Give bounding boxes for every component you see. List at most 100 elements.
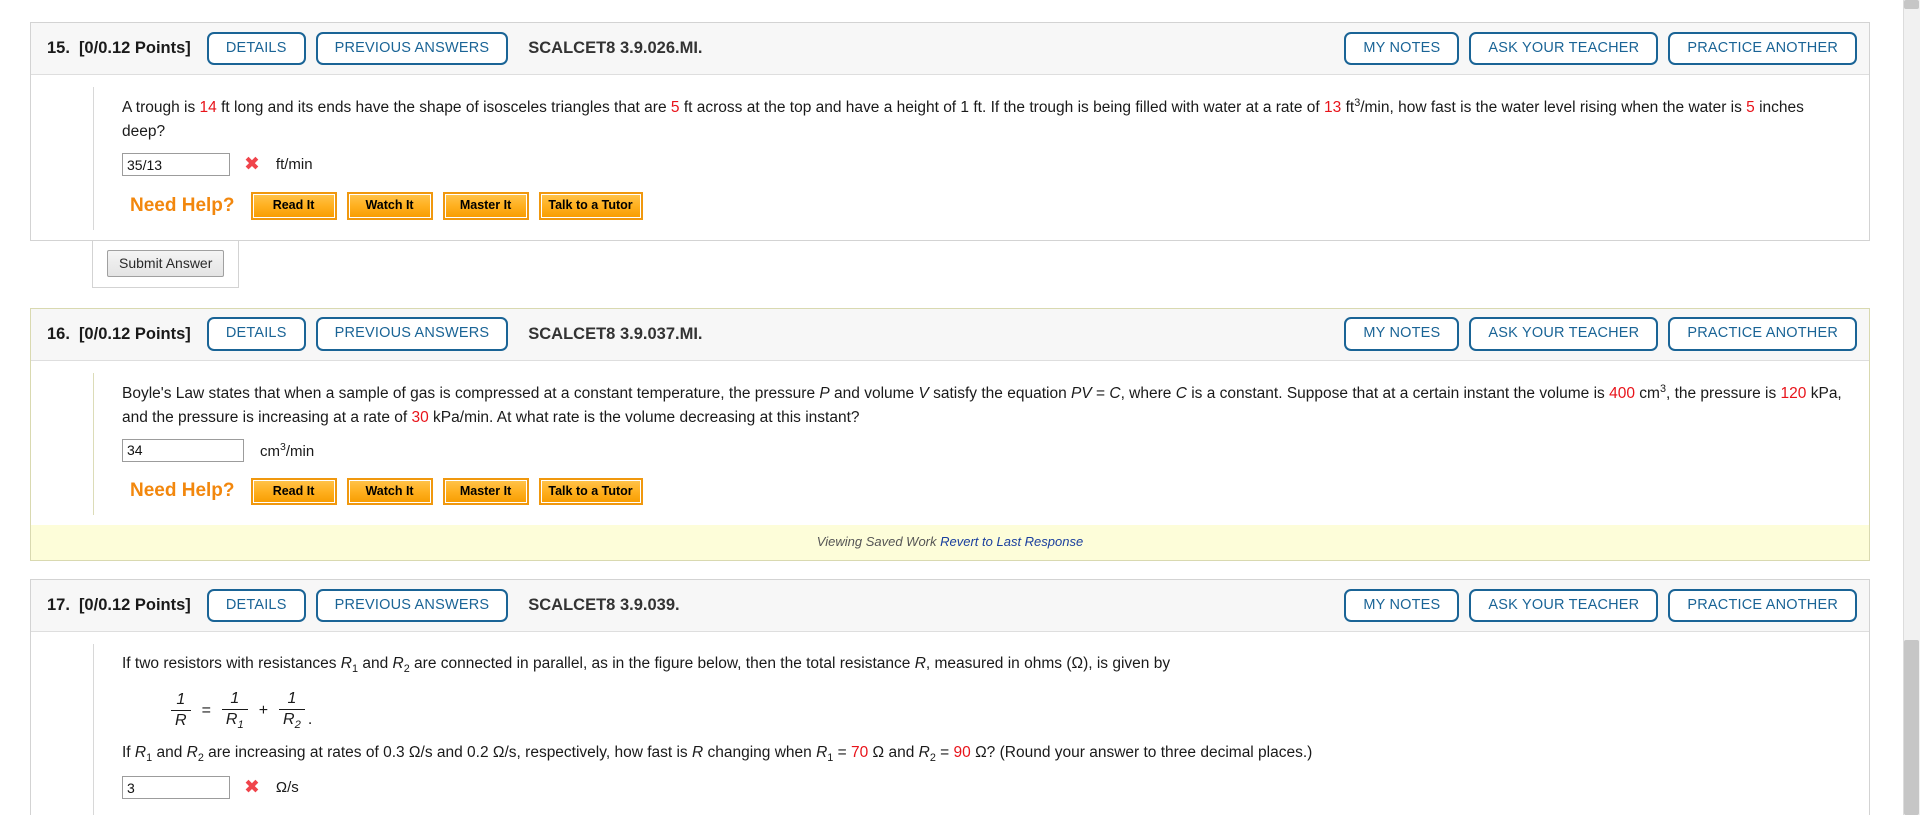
q17b-var-R1: R bbox=[134, 744, 147, 762]
question-text-15: A trough is 14 ft long and its ends have… bbox=[122, 95, 1849, 144]
q17b-var-R2b: R bbox=[918, 744, 930, 762]
question-inner-15: A trough is 14 ft long and its ends have… bbox=[93, 87, 1869, 230]
saved-work-bar: Viewing Saved Work Revert to Last Respon… bbox=[31, 525, 1869, 561]
q15-value-length: 14 bbox=[199, 99, 217, 117]
my-notes-button[interactable]: MY NOTES bbox=[1344, 317, 1460, 351]
q17b-var-R1b: R bbox=[816, 744, 828, 762]
question-points: [0/0.12 Points] bbox=[78, 39, 191, 57]
numerator: 1 bbox=[287, 690, 297, 708]
talk-to-a-tutor-button[interactable]: Talk to a Tutor bbox=[538, 477, 643, 506]
question-block-17: 17. [0/0.12 Points] DETAILS PREVIOUS ANS… bbox=[30, 579, 1870, 815]
vertical-scrollbar-track[interactable] bbox=[1903, 0, 1920, 815]
need-help-label: Need Help? bbox=[130, 480, 235, 502]
submit-answer-button-15[interactable]: Submit Answer bbox=[107, 249, 225, 277]
q16-var-P: P bbox=[819, 384, 830, 402]
master-it-button[interactable]: Master It bbox=[442, 192, 529, 220]
resistance-equation: 1 R = 1 R1 + 1 R2 . bbox=[168, 690, 1849, 731]
previous-answers-button[interactable]: PREVIOUS ANSWERS bbox=[315, 317, 509, 351]
q16-part5: , where bbox=[1120, 384, 1176, 402]
incorrect-mark-icon: ✖ bbox=[244, 776, 260, 799]
question-points: [0/0.12 Points] bbox=[78, 596, 191, 615]
practice-another-button[interactable]: PRACTICE ANOTHER bbox=[1668, 588, 1857, 623]
q17-part1: If two resistors with resistances bbox=[122, 655, 341, 673]
question-body-16: Boyle's Law states that when a sample of… bbox=[31, 360, 1869, 526]
talk-to-a-tutor-button[interactable]: Talk to a Tutor bbox=[538, 192, 643, 220]
read-it-button[interactable]: Read It bbox=[250, 192, 337, 220]
q17b-value-r2: 90 bbox=[953, 744, 971, 762]
question-number: 17. bbox=[47, 596, 70, 615]
answer-input-15[interactable] bbox=[122, 153, 230, 177]
my-notes-button[interactable]: MY NOTES bbox=[1344, 588, 1460, 623]
question-number: 15. bbox=[47, 39, 70, 57]
denominator: R2 bbox=[279, 709, 305, 731]
answer-input-16[interactable] bbox=[122, 438, 244, 462]
submit-row-15: Submit Answer bbox=[30, 240, 1870, 288]
question-inner-17: If two resistors with resistances R1 and… bbox=[93, 644, 1869, 815]
header-action-buttons: MY NOTES ASK YOUR TEACHER PRACTICE ANOTH… bbox=[1344, 31, 1857, 66]
ask-your-teacher-button[interactable]: ASK YOUR TEACHER bbox=[1469, 317, 1659, 351]
fraction-1-over-R: 1 R bbox=[171, 691, 191, 730]
q16-part2: and volume bbox=[829, 384, 919, 402]
q15-part3: ft across at the top and have a height o… bbox=[679, 99, 1325, 117]
den-var: R bbox=[225, 711, 238, 729]
question-header-17: 17. [0/0.12 Points] DETAILS PREVIOUS ANS… bbox=[31, 580, 1869, 633]
answer-row-16: cm3/min bbox=[122, 438, 1849, 462]
header-action-buttons: MY NOTES ASK YOUR TEACHER PRACTICE ANOTH… bbox=[1344, 317, 1857, 351]
q17b-part1: If bbox=[122, 744, 135, 762]
question-code: SCALCET8 3.9.026.MI. bbox=[528, 39, 703, 57]
read-it-button[interactable]: Read It bbox=[250, 477, 337, 506]
denominator: R1 bbox=[221, 709, 248, 732]
submit-cell-15: Submit Answer bbox=[92, 240, 240, 288]
need-help-row-16: Need Help? Read It Watch It Master It Ta… bbox=[130, 477, 1849, 506]
practice-another-button[interactable]: PRACTICE ANOTHER bbox=[1668, 317, 1857, 351]
q16-unit-pre: cm bbox=[260, 442, 280, 460]
q16-part3: satisfy the equation bbox=[928, 384, 1071, 402]
numerator: 1 bbox=[230, 690, 240, 708]
den-sub: 1 bbox=[237, 719, 244, 732]
q17b-part7: = bbox=[935, 744, 954, 762]
watch-it-button[interactable]: Watch It bbox=[346, 192, 433, 220]
watch-it-button[interactable]: Watch It bbox=[346, 477, 433, 506]
details-button[interactable]: DETAILS bbox=[206, 588, 306, 623]
ask-your-teacher-button[interactable]: ASK YOUR TEACHER bbox=[1469, 31, 1659, 66]
q16-part4: = bbox=[1091, 384, 1110, 402]
vertical-scrollbar-thumb[interactable] bbox=[1904, 640, 1919, 815]
master-it-button[interactable]: Master It bbox=[442, 477, 529, 506]
q16-var-C2: C bbox=[1175, 384, 1187, 402]
plus-sign: + bbox=[258, 701, 269, 719]
answer-input-17[interactable] bbox=[122, 776, 230, 800]
previous-answers-button[interactable]: PREVIOUS ANSWERS bbox=[315, 31, 509, 66]
question-points: [0/0.12 Points] bbox=[78, 324, 191, 343]
practice-another-button[interactable]: PRACTICE ANOTHER bbox=[1668, 31, 1857, 66]
question-text-17b: If R1 and R2 are increasing at rates of … bbox=[122, 741, 1849, 767]
den-var: R bbox=[283, 711, 295, 729]
q16-value-rate: 30 bbox=[411, 408, 429, 426]
details-button[interactable]: DETAILS bbox=[206, 31, 306, 66]
q17-var-R1: R bbox=[340, 655, 352, 673]
ask-your-teacher-button[interactable]: ASK YOUR TEACHER bbox=[1469, 588, 1659, 623]
details-button[interactable]: DETAILS bbox=[206, 317, 306, 351]
fraction-1-over-R1: 1 R1 bbox=[221, 690, 248, 732]
question-header-16: 16. [0/0.12 Points] DETAILS PREVIOUS ANS… bbox=[31, 308, 1869, 361]
den-sub: 2 bbox=[294, 719, 301, 732]
question-body-15: A trough is 14 ft long and its ends have… bbox=[31, 75, 1869, 240]
body-rail-gap bbox=[31, 644, 93, 815]
question-code: SCALCET8 3.9.039. bbox=[528, 596, 680, 615]
q15-value-rate: 13 bbox=[1324, 99, 1342, 117]
q16-value-volume: 400 bbox=[1609, 384, 1635, 402]
equation-period: . bbox=[307, 711, 313, 729]
need-help-row-15: Need Help? Read It Watch It Master It Ta… bbox=[130, 192, 1849, 220]
question-code: SCALCET8 3.9.037.MI. bbox=[528, 324, 703, 343]
my-notes-button[interactable]: MY NOTES bbox=[1344, 31, 1460, 66]
previous-answers-button[interactable]: PREVIOUS ANSWERS bbox=[315, 588, 509, 623]
q17b-part8: Ω? (Round your answer to three decimal p… bbox=[970, 744, 1313, 762]
q17b-part2: and bbox=[152, 744, 187, 762]
fraction-1-over-R2: 1 R2 bbox=[279, 690, 305, 731]
revert-to-last-response-link[interactable]: Revert to Last Response bbox=[940, 534, 1083, 549]
answer-row-15: ✖ ft/min bbox=[122, 153, 1849, 177]
vertical-scrollbar-thumb-top[interactable] bbox=[1904, 0, 1919, 9]
question-body-17: If two resistors with resistances R1 and… bbox=[31, 632, 1869, 815]
viewing-saved-work-label: Viewing Saved Work bbox=[816, 534, 941, 550]
q15-value-depth: 5 bbox=[1746, 99, 1755, 117]
q16-unit-post: /min bbox=[285, 442, 315, 460]
